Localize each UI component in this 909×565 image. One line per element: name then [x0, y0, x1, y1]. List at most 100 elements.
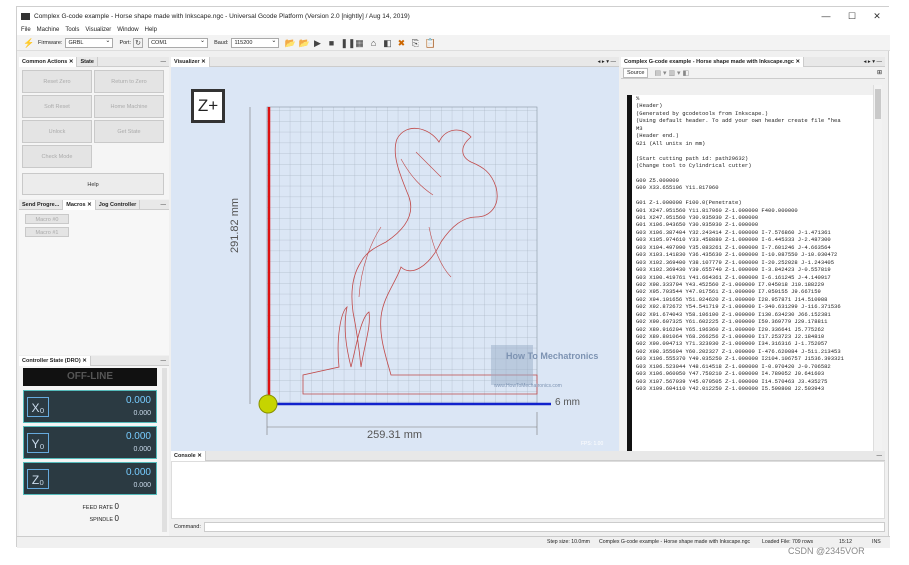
gcode-line: G02 X90.607325 Y61.602225 Z-1.000000 I59…: [636, 318, 828, 326]
play-icon[interactable]: ▶: [312, 38, 322, 48]
source-tab[interactable]: Source: [623, 67, 649, 78]
probe-icon[interactable]: ◧: [382, 38, 392, 48]
y-axis-label[interactable]: Y₀: [27, 433, 49, 453]
unlock-button[interactable]: Unlock: [22, 120, 92, 143]
check-mode-button[interactable]: Check Mode: [22, 145, 92, 168]
gcode-line: G01 X247.951560 Y11.817060 Z-1.000000 F4…: [636, 206, 798, 214]
clipboard-icon[interactable]: 📋: [424, 38, 435, 48]
tab-gcode-file[interactable]: Complex G-code example - Horse shape mad…: [621, 56, 805, 67]
pause-icon[interactable]: ❚❚: [340, 38, 355, 48]
panel-menu-icon[interactable]: ◂ ▸ ▾ —: [598, 59, 616, 65]
copy-icon[interactable]: ⎘: [410, 38, 420, 48]
refresh-icon[interactable]: ↻: [133, 37, 144, 48]
minimize-panel-icon[interactable]: —: [161, 358, 167, 364]
menu-visualizer[interactable]: Visualizer: [85, 27, 111, 33]
maximize-button[interactable]: ☐: [838, 7, 866, 25]
panel-menu-icon[interactable]: ◂ ▸ ▾ —: [864, 59, 882, 65]
home-icon[interactable]: ⌂: [368, 38, 378, 48]
window-title: Complex G-code example - Horse shape mad…: [34, 12, 410, 20]
minimize-panel-icon[interactable]: —: [877, 453, 883, 459]
get-state-button[interactable]: Get State: [94, 120, 164, 143]
port-select[interactable]: COM1: [148, 37, 209, 48]
gcode-source[interactable]: % (Header) (Generated by gcodetools from I…: [627, 95, 873, 476]
width-dimension-label: 259.31 mm: [367, 429, 423, 441]
dro-scrollbar[interactable]: [162, 368, 167, 532]
minimize-panel-icon[interactable]: —: [161, 59, 167, 65]
open-folder-icon[interactable]: 📂: [284, 38, 295, 48]
editor-tool-icons[interactable]: ▤ ▾ ▥ ▾ ◧: [654, 69, 689, 77]
firmware-select[interactable]: GRBL: [65, 37, 114, 48]
tab-label: Console: [174, 452, 196, 459]
tab-common-actions[interactable]: Common Actions ✕: [19, 56, 78, 67]
gcode-line: G01 Z-1.000000 F100.0(Penetrate): [636, 199, 742, 207]
gcode-line: (Start cutting path id: path29632): [636, 154, 749, 162]
app-window: Complex G-code example - Horse shape mad…: [16, 6, 891, 548]
step-size: Step size: 10.0mm: [547, 539, 590, 545]
home-machine-button[interactable]: Home Machine: [94, 95, 164, 118]
spindle: SPINDLE 0: [59, 514, 119, 523]
help-button[interactable]: Help: [22, 173, 164, 195]
menu-machine[interactable]: Machine: [37, 27, 60, 33]
tab-jog-controller[interactable]: Jog Controller: [96, 199, 141, 210]
macro-1-button[interactable]: Macro #1: [25, 227, 69, 237]
gcode-line: G02 X95.703544 Y47.017561 Z-1.000000 I7.…: [636, 288, 821, 296]
gcode-line: G03 X109.604110 Y42.012250 Z-1.000000 I5…: [636, 385, 825, 393]
tools-icon[interactable]: ✖: [396, 38, 406, 48]
feed-rate-value: 0: [114, 502, 119, 511]
menu-bar: File Machine Tools Visualizer Window Hel…: [17, 25, 890, 35]
z-axis-label[interactable]: Z₀: [27, 469, 49, 489]
reset-zero-button[interactable]: Reset Zero: [22, 70, 92, 93]
editor-scrollbar[interactable]: [873, 85, 882, 469]
visualizer-canvas[interactable]: Z+ 291.82 mm 259.31 mm 6 mm How To Mecha…: [171, 67, 619, 451]
editor-header: Complex G-code example - Horse shape mad…: [621, 56, 885, 67]
menu-tools[interactable]: Tools: [65, 27, 79, 33]
port-label: Port:: [119, 39, 132, 46]
spindle-value: 0: [114, 514, 119, 523]
gcode-line: G00 Z5.000000: [636, 176, 679, 184]
minimize-panel-icon[interactable]: —: [161, 202, 167, 208]
gcode-line: G02 X98.333794 Y43.452560 Z-1.000000 I7.…: [636, 280, 825, 288]
connect-icon[interactable]: ⚡: [23, 38, 34, 48]
stop-icon[interactable]: ■: [326, 38, 336, 48]
tab-console[interactable]: Console ✕: [171, 450, 206, 461]
tab-state[interactable]: State: [77, 56, 98, 67]
grid-icon[interactable]: ▦: [354, 38, 364, 48]
command-input[interactable]: [203, 522, 885, 532]
minimize-button[interactable]: —: [812, 7, 840, 25]
menu-help[interactable]: Help: [145, 27, 157, 33]
tab-macros[interactable]: Macros ✕: [63, 199, 96, 210]
editor-toolbar: Source ▤ ▾ ▥ ▾ ◧ ⊞: [621, 67, 885, 79]
tab-label: Controller State (DRO): [22, 357, 81, 364]
gcode-line: G21 (All units in mm): [636, 139, 706, 147]
console-output[interactable]: [171, 461, 885, 519]
gcode-line: G02 X90.094713 Y71.323930 Z-1.000000 I34…: [636, 340, 828, 348]
gcode-line: G03 X107.567039 Y45.070505 Z-1.000000 I1…: [636, 377, 828, 385]
close-button[interactable]: ✕: [863, 7, 891, 25]
machine-state-indicator: OFF-LINE: [23, 368, 157, 386]
macro-0-button[interactable]: Macro #0: [25, 214, 69, 224]
tab-label: Visualizer: [174, 58, 200, 65]
toolbar: ⚡ Firmware: GRBL Port: ↻ COM1 Baud: 1152…: [17, 35, 890, 51]
soft-reset-button[interactable]: Soft Reset: [22, 95, 92, 118]
editor-expand-icon[interactable]: ⊞: [877, 69, 882, 76]
tab-dro[interactable]: Controller State (DRO) ✕: [19, 355, 91, 366]
cursor-position: 15:12: [839, 539, 852, 545]
x-axis-label[interactable]: X₀: [27, 397, 49, 417]
menu-window[interactable]: Window: [117, 27, 138, 33]
depth-dimension-label: 6 mm: [555, 397, 580, 408]
actions-panel-header: Common Actions ✕ State —: [19, 56, 169, 67]
insert-mode: INS: [872, 539, 881, 545]
menu-file[interactable]: File: [21, 27, 31, 33]
dro-panel: OFF-LINE X₀ 0.000 0.000 Y₀ 0.000 0.000 Z…: [19, 366, 169, 536]
tab-send-progress[interactable]: Send Progre...: [19, 199, 64, 210]
return-to-zero-button[interactable]: Return to Zero: [94, 70, 164, 93]
y-axis-machine-value: 0.000: [133, 446, 151, 453]
gcode-line: (Change tool to Cylindrical cutter): [636, 161, 752, 169]
z-axis-value: 0.000: [125, 467, 151, 478]
gcode-line: G02 X89.916204 Y65.196360 Z-1.000000 I20…: [636, 325, 825, 333]
tool-position-marker: [258, 394, 278, 414]
gcode-line: (Header): [636, 102, 663, 110]
tab-visualizer[interactable]: Visualizer ✕: [171, 56, 210, 67]
open-recent-icon[interactable]: 📂: [298, 38, 309, 48]
baud-select[interactable]: 115200: [231, 37, 280, 48]
